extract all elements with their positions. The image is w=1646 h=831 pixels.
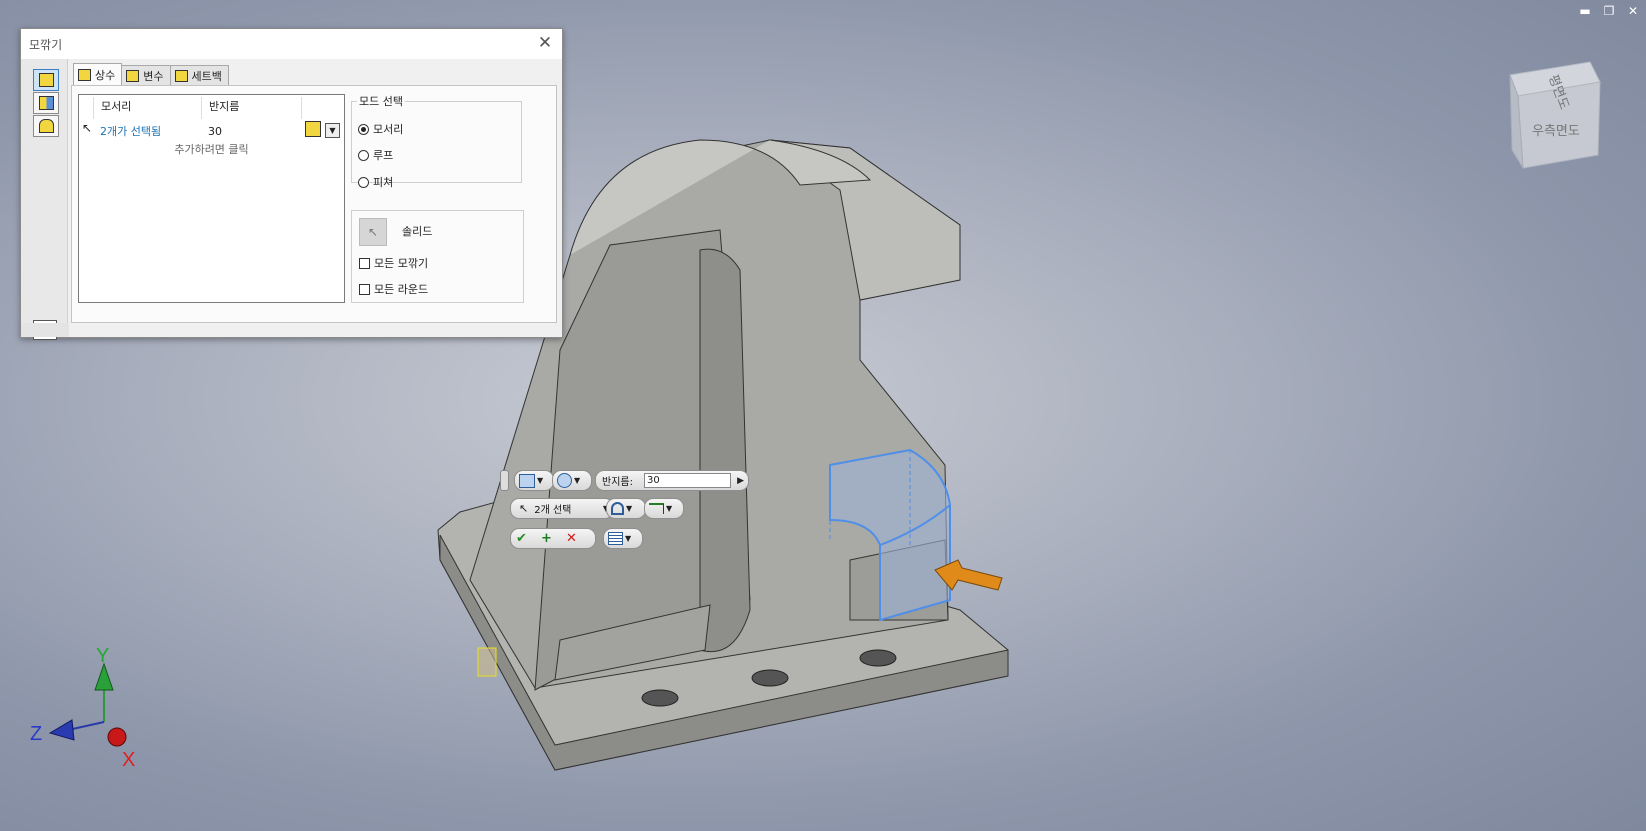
solid-type-icon (519, 473, 535, 488)
constant-panel: 모서리 반지름 ↖ 2개가 선택됨 30 ▼ 추가하려면 클릭 모드 선택 모서… (71, 85, 557, 323)
all-rounds-checkbox[interactable]: 모든 라운드 (359, 281, 428, 297)
radius-label: 반지름: (602, 477, 633, 488)
variable-tab-icon (126, 70, 140, 82)
dialog-titlebar[interactable]: 모깎기 ✕ (21, 29, 562, 59)
dialog-title: 모깎기 (29, 37, 63, 52)
selection-label: 2개 선택 (534, 505, 572, 516)
mode-feature-radio[interactable]: 피쳐 (358, 174, 393, 190)
mode-loop-radio[interactable]: 루프 (358, 147, 393, 163)
radius-arrow-button[interactable]: ▶ (737, 476, 744, 486)
list-options-icon (608, 532, 623, 545)
transition-icon (649, 503, 664, 514)
chevron-down-icon: ▼ (537, 476, 544, 485)
axis-y-label: Y (96, 645, 109, 667)
column-header-radius: 반지름 (209, 100, 240, 113)
solid-label: 솔리드 (402, 225, 433, 238)
chevron-down-icon: ▼ (574, 476, 581, 485)
add-row-hint[interactable]: 추가하려면 클릭 (79, 141, 344, 157)
row-dropdown-icon[interactable]: ▼ (325, 123, 340, 138)
radius-input[interactable]: 30 (644, 473, 731, 488)
edge-chain-selector[interactable]: ▼ (606, 498, 646, 519)
viewcube-front-label: 우측면도 (1532, 124, 1580, 139)
tab-variable[interactable]: 변수 (121, 65, 171, 86)
options-menu-button[interactable]: ▼ (603, 528, 643, 549)
type-selector[interactable]: ▼ (514, 470, 554, 491)
toolbar-grip[interactable] (500, 470, 509, 491)
chevron-down-icon: ▼ (625, 534, 632, 543)
row-pointer-icon: ↖ (82, 121, 93, 135)
radio-label: 루프 (373, 149, 394, 162)
dialog-close-button[interactable]: ✕ (536, 34, 554, 52)
selected-face-marker (477, 647, 497, 677)
edge-chain-icon (611, 502, 624, 515)
solid-group: ↖ 솔리드 모든 모깎기 모든 라운드 (351, 210, 524, 303)
edge-selection-cell[interactable]: 2개가 선택됨 (100, 123, 161, 139)
solid-select-button[interactable]: ↖ (359, 218, 387, 246)
radius-cell[interactable]: 30 (208, 125, 222, 138)
close-window-button[interactable]: ✕ (1626, 4, 1640, 18)
setback-tab-icon (174, 70, 188, 82)
radio-label: 모서리 (373, 123, 404, 136)
checkbox-label: 모든 모깎기 (374, 257, 429, 270)
checkbox-icon (359, 283, 370, 295)
radio-selected-icon (358, 123, 369, 135)
column-header-edge: 모서리 (101, 100, 132, 113)
chevron-down-icon: ▼ (666, 504, 673, 513)
cursor-icon: ↖ (367, 225, 379, 239)
smooth-transition-selector[interactable]: ▼ (644, 498, 684, 519)
restore-button[interactable]: ❐ (1602, 4, 1616, 18)
tab-label: 변수 (143, 70, 164, 83)
face-fillet-button[interactable] (33, 92, 59, 114)
mode-select-group: 모드 선택 모서리 루프 피쳐 (351, 93, 522, 189)
view-cube[interactable]: 우측면도 평면도 (1509, 61, 1601, 169)
radius-field: 반지름: 30 ▶ (595, 470, 749, 491)
all-fillets-checkbox[interactable]: 모든 모깎기 (359, 255, 428, 271)
mini-toolbar: ▼ ▼ 반지름: 30 ▶ ↖ 2개 선택 ▼ ▼ ▼ ✔ + ✕ ▼ (500, 470, 760, 560)
tab-constant[interactable]: 상수 (73, 63, 123, 86)
fillet-row-icon[interactable] (305, 121, 321, 137)
tab-setback[interactable]: 세트백 (169, 65, 229, 86)
mode-edge-radio[interactable]: 모서리 (358, 121, 403, 137)
mode-legend: 모드 선택 (359, 95, 403, 108)
radio-icon (358, 176, 369, 188)
fillet-type-bar: ? (21, 59, 68, 340)
add-set-selector[interactable]: ▼ (552, 470, 592, 491)
ok-check-icon[interactable]: ✔ (513, 530, 530, 547)
fillet-dialog: 모깎기 ✕ ? 상수 변수 세트백 모서리 (20, 28, 563, 340)
minimize-button[interactable]: ▬ (1578, 4, 1592, 18)
axis-triad: Y Z X (30, 645, 135, 771)
full-round-fillet-button[interactable] (33, 115, 59, 137)
cancel-x-icon[interactable]: ✕ (563, 530, 580, 547)
chevron-down-icon: ▼ (626, 504, 633, 513)
apply-plus-icon[interactable]: + (538, 530, 555, 547)
face-fillet-icon (38, 96, 54, 110)
checkbox-label: 모든 라운드 (374, 283, 429, 296)
add-set-icon (557, 473, 572, 488)
radio-icon (358, 149, 369, 161)
tab-label: 세트백 (191, 70, 222, 83)
axis-x-label: X (122, 749, 135, 771)
window-controls: ▬ ❐ ✕ (1578, 4, 1640, 18)
checkbox-icon (359, 257, 370, 269)
selection-dropdown[interactable]: ↖ 2개 선택 ▼ (510, 498, 614, 519)
cursor-icon: ↖ (519, 502, 529, 515)
action-buttons: ✔ + ✕ (510, 528, 596, 549)
edge-fillet-icon (38, 73, 54, 87)
radio-label: 피쳐 (373, 176, 394, 189)
axis-z-label: Z (30, 723, 42, 745)
edge-radius-table[interactable]: 모서리 반지름 ↖ 2개가 선택됨 30 ▼ 추가하려면 클릭 (78, 94, 345, 303)
dialog-bottom-strip (21, 323, 69, 337)
dialog-tabs: 상수 변수 세트백 (73, 63, 229, 86)
tab-label: 상수 (95, 69, 116, 82)
full-round-icon (38, 119, 54, 133)
edge-fillet-button[interactable] (33, 69, 59, 91)
constant-tab-icon (78, 69, 91, 81)
